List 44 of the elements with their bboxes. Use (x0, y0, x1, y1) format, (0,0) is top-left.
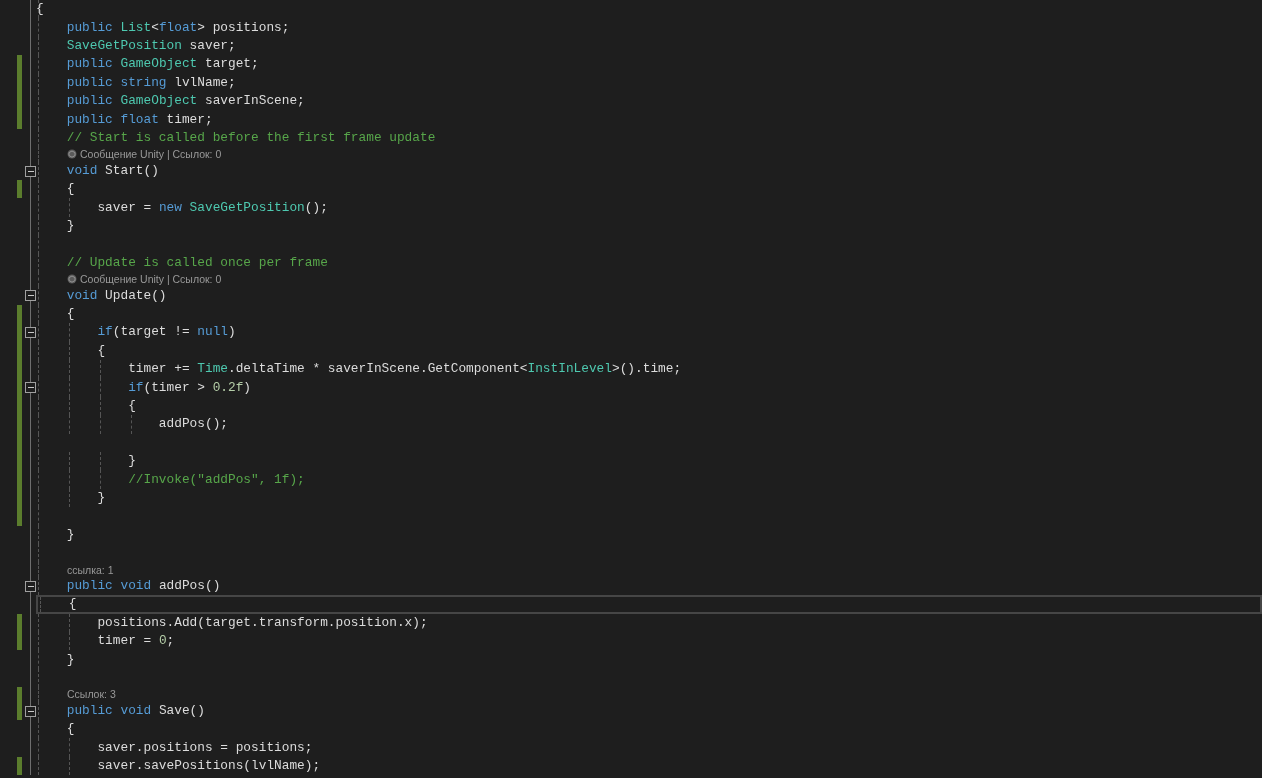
code-line: } (65, 650, 75, 669)
code-line: { (65, 180, 75, 199)
codelens-text[interactable]: Сообщение Unity | Ссылок: 0 (80, 147, 222, 162)
code-line: { (67, 595, 77, 614)
codelens-text[interactable]: Сообщение Unity | Ссылок: 0 (80, 272, 222, 287)
code-line: } (96, 488, 106, 507)
code-line: addPos(); (157, 415, 228, 434)
code-line: { (96, 341, 106, 360)
code-line: } (65, 525, 75, 544)
code-line: public float timer; (65, 110, 213, 129)
code-line: public GameObject saverInScene; (65, 92, 305, 111)
code-line: if(timer > 0.2f) (127, 378, 252, 397)
code-line: { (127, 397, 136, 415)
code-line: { (65, 305, 75, 324)
code-line: if(target != null) (96, 323, 236, 342)
collapse-icon[interactable] (25, 290, 36, 302)
code-line: SaveGetPosition saver; (65, 36, 236, 55)
code-line: public void Save() (65, 701, 205, 720)
code-line: { (65, 720, 75, 739)
code-line: { (36, 0, 44, 19)
code-line: } (65, 217, 75, 235)
collapse-icon[interactable] (25, 705, 36, 717)
code-line: } (127, 452, 136, 471)
collapse-icon[interactable] (25, 327, 36, 339)
code-line: //Invoke("addPos", 1f); (127, 470, 305, 489)
codelens-text[interactable]: ссылка: 1 (67, 562, 114, 577)
code-line: // Start is called before the first frame update (65, 128, 436, 147)
code-line: saver = new SaveGetPosition(); (96, 198, 328, 217)
codelens-text[interactable]: Ссылок: 3 (67, 687, 116, 702)
code-line: public void addPos() (65, 577, 221, 595)
code-line: timer = 0; (96, 632, 175, 651)
code-line: saver.positions = positions; (96, 738, 313, 757)
code-line: timer += Time.deltaTime * saverInScene.GetComponent<InstInLevel>().time; (127, 360, 682, 379)
code-line: void Update() (65, 286, 167, 305)
collapse-icon[interactable] (25, 382, 36, 394)
code-line: public GameObject target; (65, 55, 259, 74)
code-line: public List<float> positions; (65, 18, 290, 37)
code-line: // Update is called once per frame (65, 253, 328, 272)
code-line: public string lvlName; (65, 73, 236, 92)
collapse-icon[interactable] (25, 580, 36, 592)
collapse-icon[interactable] (25, 165, 36, 177)
code-line: positions.Add(target.transform.position.x); (96, 613, 428, 632)
code-line: saver.savePositions(lvlName); (96, 757, 321, 776)
code-line: void Start() (65, 161, 159, 180)
